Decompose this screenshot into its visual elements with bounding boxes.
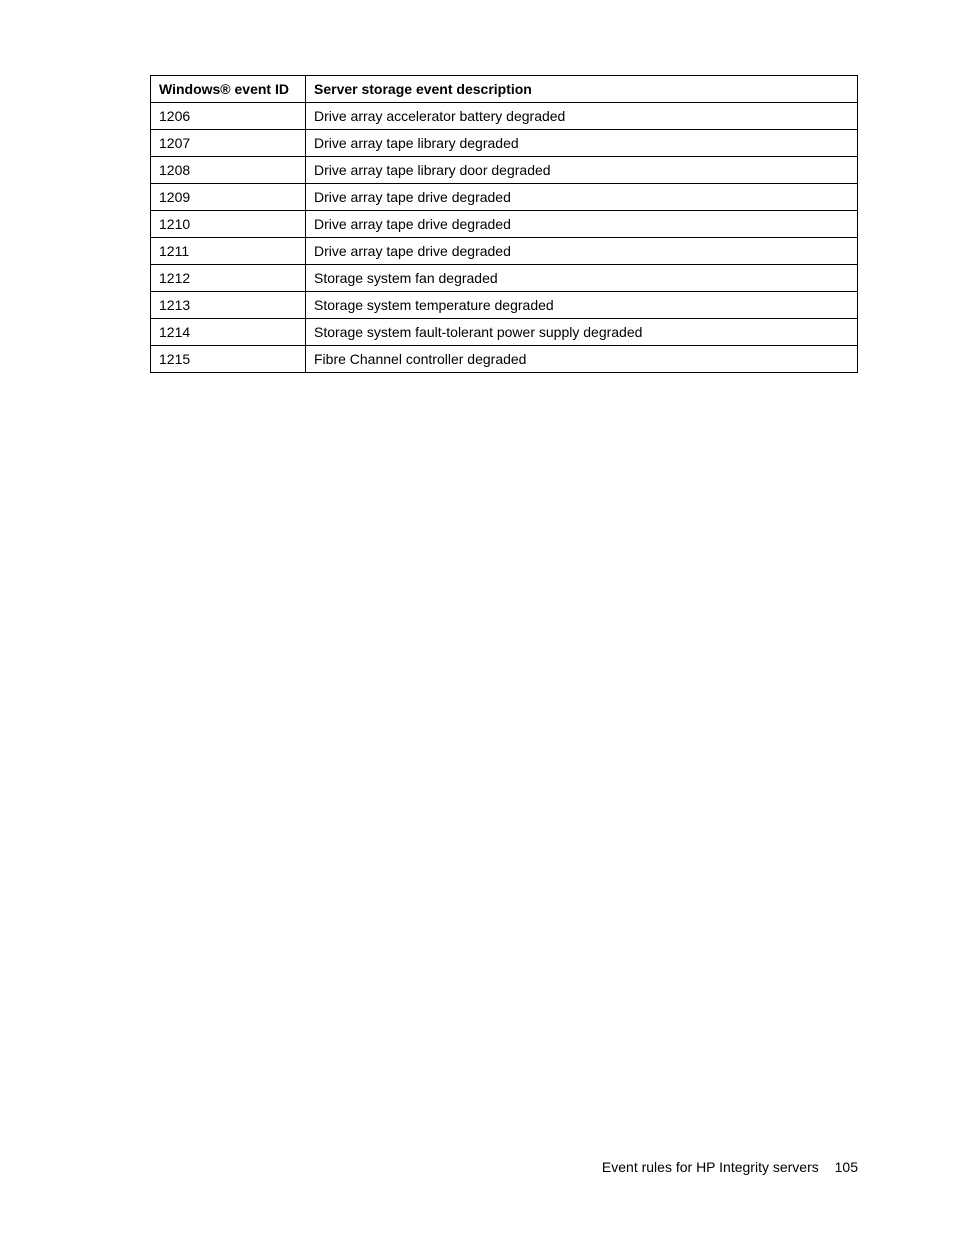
cell-event-id: 1213 bbox=[151, 292, 306, 319]
table-row: 1208 Drive array tape library door degra… bbox=[151, 157, 858, 184]
event-table: Windows® event ID Server storage event d… bbox=[150, 75, 858, 373]
cell-description: Storage system temperature degraded bbox=[306, 292, 858, 319]
cell-description: Drive array tape library door degraded bbox=[306, 157, 858, 184]
cell-event-id: 1215 bbox=[151, 346, 306, 373]
cell-event-id: 1209 bbox=[151, 184, 306, 211]
table-row: 1215 Fibre Channel controller degraded bbox=[151, 346, 858, 373]
cell-description: Drive array tape library degraded bbox=[306, 130, 858, 157]
cell-description: Storage system fan degraded bbox=[306, 265, 858, 292]
cell-event-id: 1212 bbox=[151, 265, 306, 292]
table-row: 1206 Drive array accelerator battery deg… bbox=[151, 103, 858, 130]
cell-description: Fibre Channel controller degraded bbox=[306, 346, 858, 373]
table-body: 1206 Drive array accelerator battery deg… bbox=[151, 103, 858, 373]
table-header-row: Windows® event ID Server storage event d… bbox=[151, 76, 858, 103]
cell-description: Storage system fault-tolerant power supp… bbox=[306, 319, 858, 346]
cell-description: Drive array tape drive degraded bbox=[306, 238, 858, 265]
cell-event-id: 1206 bbox=[151, 103, 306, 130]
header-description: Server storage event description bbox=[306, 76, 858, 103]
page-footer: Event rules for HP Integrity servers 105 bbox=[602, 1159, 858, 1175]
cell-event-id: 1214 bbox=[151, 319, 306, 346]
cell-description: Drive array accelerator battery degraded bbox=[306, 103, 858, 130]
table-row: 1211 Drive array tape drive degraded bbox=[151, 238, 858, 265]
header-event-id: Windows® event ID bbox=[151, 76, 306, 103]
cell-event-id: 1211 bbox=[151, 238, 306, 265]
table-row: 1210 Drive array tape drive degraded bbox=[151, 211, 858, 238]
table-row: 1209 Drive array tape drive degraded bbox=[151, 184, 858, 211]
cell-event-id: 1207 bbox=[151, 130, 306, 157]
footer-text: Event rules for HP Integrity servers bbox=[602, 1159, 819, 1175]
table-row: 1212 Storage system fan degraded bbox=[151, 265, 858, 292]
cell-event-id: 1208 bbox=[151, 157, 306, 184]
page-number: 105 bbox=[835, 1159, 858, 1175]
table-row: 1214 Storage system fault-tolerant power… bbox=[151, 319, 858, 346]
cell-event-id: 1210 bbox=[151, 211, 306, 238]
cell-description: Drive array tape drive degraded bbox=[306, 184, 858, 211]
table-row: 1207 Drive array tape library degraded bbox=[151, 130, 858, 157]
cell-description: Drive array tape drive degraded bbox=[306, 211, 858, 238]
table-row: 1213 Storage system temperature degraded bbox=[151, 292, 858, 319]
